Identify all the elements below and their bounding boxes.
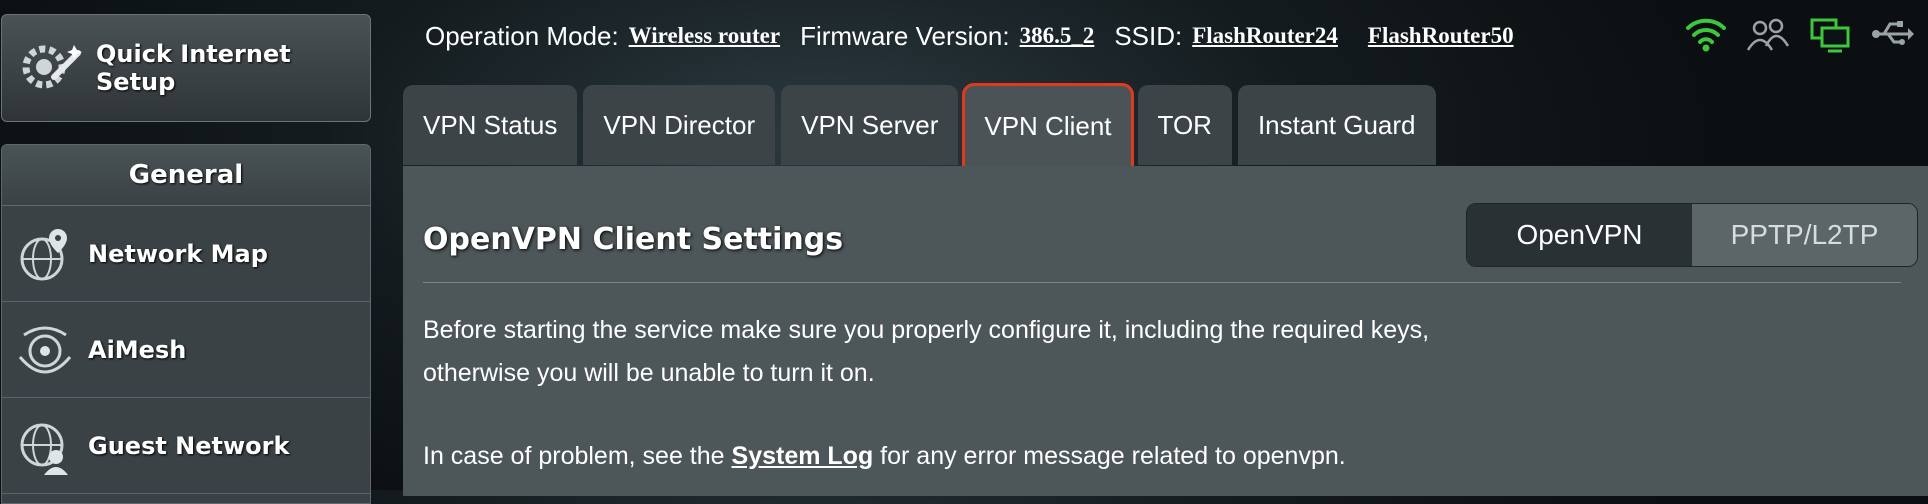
hint-suffix: for any error message related to openvpn… — [873, 442, 1346, 470]
sidebar-item-label: Network Map — [88, 239, 268, 268]
status-bar: Operation Mode: Wireless router Firmware… — [425, 18, 1534, 54]
hint-prefix: In case of problem, see the — [423, 442, 732, 470]
vpn-client-panel: OpenVPN Client Settings OpenVPN PPTP/L2T… — [403, 166, 1928, 496]
sidebar-item-guest-network[interactable]: Guest Network — [2, 398, 370, 494]
sidebar-item-label: Guest Network — [88, 431, 290, 460]
firmware-version-link[interactable]: 386.5_2 — [1020, 23, 1095, 49]
aimesh-icon — [16, 321, 74, 379]
instructions-line-1: Before starting the service make sure yo… — [423, 316, 1430, 344]
tab-vpn-status[interactable]: VPN Status — [403, 85, 578, 165]
quick-internet-setup-label: Quick Internet Setup — [96, 40, 291, 96]
ssid-label: SSID: — [1114, 20, 1183, 51]
quick-internet-setup-button[interactable]: Quick Internet Setup — [1, 14, 371, 122]
globe-pin-icon — [16, 225, 74, 283]
pptp-l2tp-toggle-button[interactable]: PPTP/L2TP — [1692, 204, 1917, 266]
general-menu-title: General — [2, 145, 370, 206]
usb-icon[interactable] — [1870, 14, 1914, 59]
wizard-gear-icon — [16, 33, 86, 103]
vpn-type-toggle: OpenVPN PPTP/L2TP — [1466, 203, 1918, 267]
status-icons — [1684, 14, 1914, 59]
instructions-text: Before starting the service make sure yo… — [423, 309, 1429, 395]
clients-icon[interactable] — [1746, 14, 1790, 59]
tab-instant-guard[interactable]: Instant Guard — [1237, 85, 1436, 165]
network-status-icon[interactable] — [1808, 14, 1852, 59]
operation-mode-label: Operation Mode: — [425, 20, 619, 51]
tab-vpn-director[interactable]: VPN Director — [583, 85, 776, 165]
system-log-link[interactable]: System Log — [732, 442, 874, 470]
sidebar-item-label: AiMesh — [88, 335, 187, 364]
general-menu: General Network Map AiMesh Guest Network — [1, 144, 371, 504]
firmware-version-label: Firmware Version: — [800, 20, 1010, 51]
operation-mode-link[interactable]: Wireless router — [629, 23, 780, 49]
divider — [423, 282, 1901, 283]
guest-globe-icon — [16, 417, 74, 475]
ssid-5ghz-link[interactable]: FlashRouter50 — [1368, 23, 1514, 49]
openvpn-toggle-button[interactable]: OpenVPN — [1467, 204, 1692, 266]
page-title: OpenVPN Client Settings — [423, 222, 844, 257]
wifi-icon[interactable] — [1684, 14, 1728, 59]
sidebar-item-aimesh[interactable]: AiMesh — [2, 302, 370, 398]
ssid-24ghz-link[interactable]: FlashRouter24 — [1192, 23, 1338, 49]
system-log-hint: In case of problem, see the System Log f… — [423, 435, 1346, 478]
sidebar-item-network-map[interactable]: Network Map — [2, 206, 370, 302]
instructions-line-2: otherwise you will be unable to turn it … — [423, 359, 875, 387]
tab-tor[interactable]: TOR — [1137, 85, 1232, 165]
tab-vpn-server[interactable]: VPN Server — [781, 85, 959, 165]
